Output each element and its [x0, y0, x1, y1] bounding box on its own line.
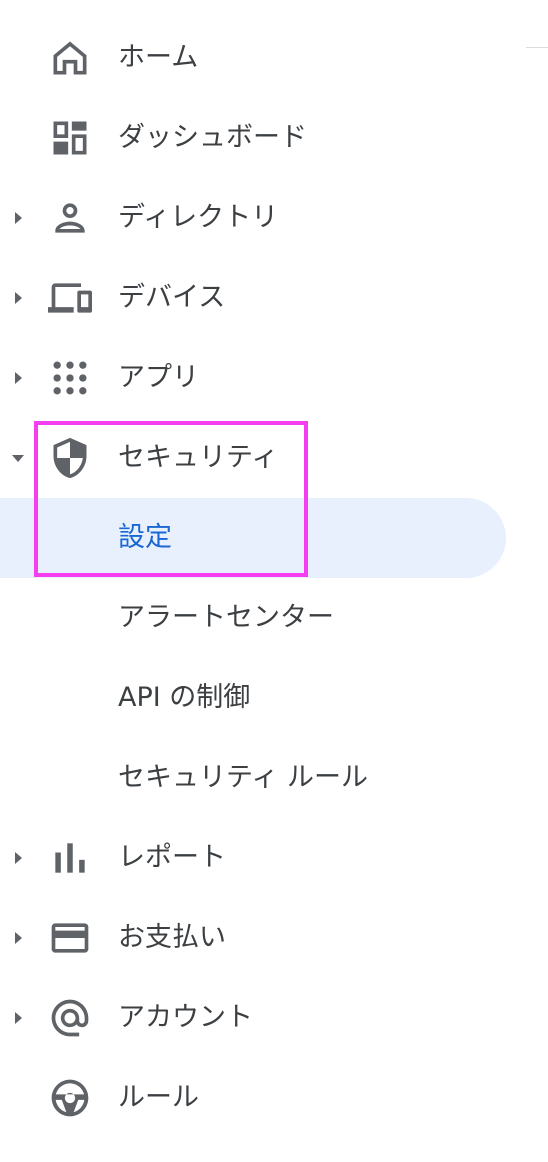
sidebar-item-label: ルール: [118, 1082, 199, 1113]
rules-icon: [48, 1076, 92, 1120]
sidebar-item-rules[interactable]: ルール: [0, 1058, 548, 1138]
sidebar-item-label: お支払い: [118, 922, 226, 953]
sidebar-item-label: セキュリティ ルール: [118, 762, 368, 793]
sidebar-item-devices[interactable]: デバイス: [0, 258, 548, 338]
sidebar-item-security[interactable]: セキュリティ: [0, 418, 548, 498]
sidebar-item-label: ディレクトリ: [118, 202, 279, 233]
sidebar-subitem-api-controls[interactable]: API の制御: [0, 658, 548, 738]
sidebar-item-reports[interactable]: レポート: [0, 818, 548, 898]
sidebar-item-account[interactable]: アカウント: [0, 978, 548, 1058]
sidebar-item-label: API の制御: [118, 682, 251, 713]
person-icon: [48, 196, 92, 240]
sidebar-item-billing[interactable]: お支払い: [0, 898, 548, 978]
sidebar-subitem-security-rules[interactable]: セキュリティ ルール: [0, 738, 548, 818]
sidebar-item-label: アプリ: [118, 362, 199, 393]
sidebar-item-label: 設定: [118, 522, 172, 553]
devices-icon: [48, 276, 92, 320]
expand-caret-icon[interactable]: [15, 212, 22, 224]
sidebar-item-dashboard[interactable]: ダッシュボード: [0, 98, 548, 178]
sidebar-item-home[interactable]: ホーム: [0, 18, 548, 98]
expand-caret-icon[interactable]: [15, 1012, 22, 1024]
at-sign-icon: [48, 996, 92, 1040]
sidebar-item-label: アカウント: [118, 1002, 253, 1033]
credit-card-icon: [48, 916, 92, 960]
apps-grid-icon: [48, 356, 92, 400]
expand-caret-icon[interactable]: [15, 852, 22, 864]
sidebar-item-label: セキュリティ: [118, 442, 279, 473]
expand-caret-icon[interactable]: [15, 932, 22, 944]
expand-caret-icon[interactable]: [15, 372, 22, 384]
sidebar-item-apps[interactable]: アプリ: [0, 338, 548, 418]
shield-icon: [48, 436, 92, 480]
sidebar-item-label: アラートセンター: [118, 602, 334, 633]
dashboard-icon: [48, 116, 92, 160]
admin-sidebar: ホーム ダッシュボード ディレクトリ デバイス アプリ セキュリティ 設定 アラ…: [0, 0, 548, 1162]
sidebar-item-label: レポート: [118, 842, 226, 873]
sidebar-subitem-settings[interactable]: 設定: [0, 498, 548, 578]
expand-caret-icon[interactable]: [15, 292, 22, 304]
bar-chart-icon: [48, 836, 92, 880]
sidebar-item-label: デバイス: [118, 282, 226, 313]
home-icon: [48, 36, 92, 80]
sidebar-item-label: ホーム: [118, 42, 199, 73]
collapse-caret-icon[interactable]: [12, 455, 24, 462]
sidebar-item-label: ダッシュボード: [118, 122, 307, 153]
sidebar-subitem-alert-center[interactable]: アラートセンター: [0, 578, 548, 658]
sidebar-item-directory[interactable]: ディレクトリ: [0, 178, 548, 258]
